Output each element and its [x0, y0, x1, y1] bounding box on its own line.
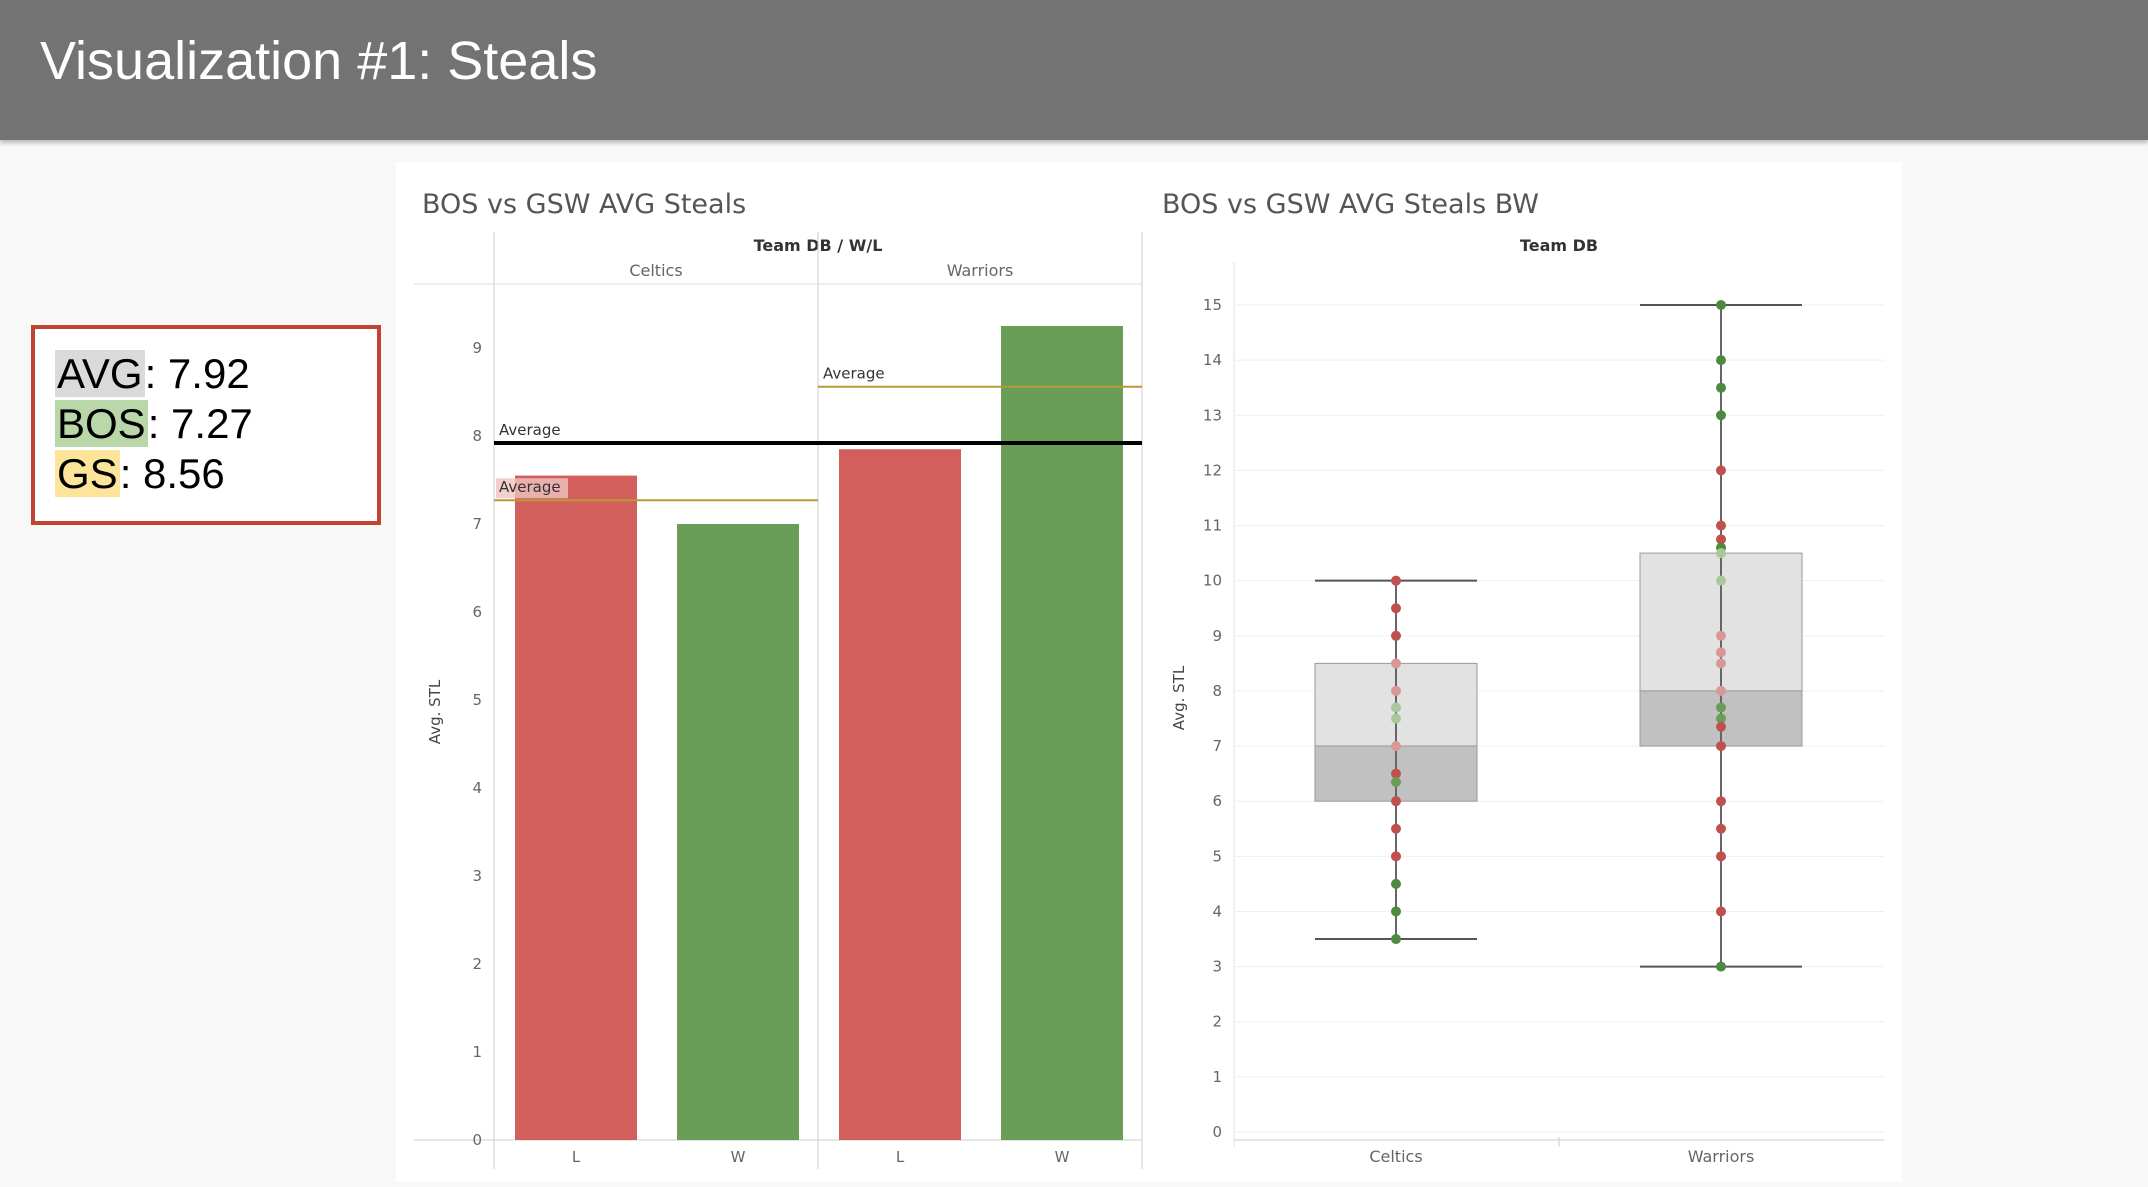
box-y-tick: 7 — [1212, 737, 1222, 755]
bar-warriors-l — [839, 449, 961, 1140]
box-y-tick: 3 — [1212, 958, 1222, 976]
box-point-warriors — [1716, 741, 1726, 752]
box-point-warriors — [1716, 382, 1726, 393]
header-bar: Visualization #1: Steals — [0, 0, 2148, 140]
bar-x-tick: L — [572, 1148, 581, 1166]
box-y-tick: 14 — [1203, 351, 1222, 369]
box-point-warriors — [1716, 906, 1726, 917]
box-point-warriors — [1716, 658, 1726, 669]
charts-canvas: BOS vs GSW AVG StealsTeam DB / W/LCeltic… — [414, 189, 1884, 1169]
box-point-celtics — [1391, 603, 1401, 614]
stat-value-avg: : 7.92 — [144, 350, 250, 397]
box-point-warriors — [1716, 520, 1726, 531]
box-point-warriors — [1716, 851, 1726, 862]
box-y-tick: 5 — [1212, 847, 1222, 865]
bar-y-tick: 6 — [472, 603, 482, 621]
bar-y-tick: 4 — [472, 779, 482, 797]
bar-celtics-w — [677, 524, 799, 1140]
box-point-warriors — [1716, 630, 1726, 641]
stat-label-avg: AVG — [55, 350, 145, 397]
box-point-warriors — [1716, 575, 1726, 586]
bar-x-tick: L — [896, 1148, 905, 1166]
bar-y-tick: 0 — [472, 1131, 482, 1149]
bar-x-tick: W — [1055, 1148, 1070, 1166]
bar-x-tick: W — [731, 1148, 746, 1166]
stat-value-bos: : 7.27 — [147, 400, 253, 447]
box-x-tick: Warriors — [1688, 1147, 1755, 1166]
box-point-celtics — [1391, 851, 1401, 862]
stats-box: AVG: 7.92 BOS: 7.27 GS: 8.56 — [31, 325, 381, 525]
dashboard-panel: BOS vs GSW AVG Steals Team DB / W/L Celtic… — [396, 162, 1902, 1182]
bar-y-tick: 7 — [472, 515, 482, 533]
box-point-warriors — [1716, 796, 1726, 807]
box-point-warriors — [1716, 355, 1726, 366]
box-point-celtics — [1391, 702, 1401, 713]
box-point-celtics — [1391, 685, 1401, 696]
bar-chart-title: BOS vs GSW AVG Steals — [422, 189, 746, 220]
box-point-celtics — [1391, 776, 1401, 787]
box-y-tick: 1 — [1212, 1068, 1222, 1086]
stat-label-gs: GS — [55, 450, 120, 497]
box-point-warriors — [1716, 721, 1726, 732]
box-point-celtics — [1391, 878, 1401, 889]
stat-label-bos: BOS — [55, 400, 148, 447]
bar-y-tick: 3 — [472, 867, 482, 885]
box-point-warriors — [1716, 961, 1726, 972]
box-point-celtics — [1391, 658, 1401, 669]
box-y-tick: 12 — [1203, 461, 1222, 479]
bar-y-tick: 2 — [472, 955, 482, 973]
box-y-tick: 8 — [1212, 682, 1222, 700]
stat-row-bos: BOS: 7.27 — [55, 399, 377, 449]
box-chart-header: Team DB — [1520, 236, 1598, 255]
box-point-warriors — [1716, 410, 1726, 421]
bar-y-tick: 5 — [472, 691, 482, 709]
box-point-celtics — [1391, 796, 1401, 807]
bar-warriors-w — [1001, 326, 1123, 1140]
box-point-celtics — [1391, 575, 1401, 586]
box-point-celtics — [1391, 741, 1401, 752]
box-point-celtics — [1391, 934, 1401, 945]
box-chart-title: BOS vs GSW AVG Steals BW — [1162, 189, 1539, 220]
box-y-tick: 0 — [1212, 1123, 1222, 1141]
box-y-axis-label: Avg. STL — [1170, 665, 1188, 730]
box-y-tick: 13 — [1203, 406, 1222, 424]
box-point-celtics — [1391, 630, 1401, 641]
ref-line-label: Average — [499, 478, 561, 496]
box-point-celtics — [1391, 823, 1401, 834]
ref-line-label: Average — [823, 365, 885, 383]
box-y-tick: 11 — [1203, 517, 1222, 535]
box-y-tick: 4 — [1212, 902, 1222, 920]
box-point-warriors — [1716, 823, 1726, 834]
box-point-warriors — [1716, 702, 1726, 713]
box-x-tick: Celtics — [1369, 1147, 1422, 1166]
box-y-tick: 9 — [1212, 627, 1222, 645]
box-point-warriors — [1716, 300, 1726, 310]
stat-row-avg: AVG: 7.92 — [55, 349, 377, 399]
page-title: Visualization #1: Steals — [40, 31, 598, 91]
bar-group-label: Warriors — [947, 261, 1014, 280]
stat-value-gs: : 8.56 — [119, 450, 225, 497]
box-y-tick: 15 — [1203, 296, 1222, 314]
box-point-warriors — [1716, 685, 1726, 696]
box-point-celtics — [1391, 713, 1401, 724]
bar-group-label: Celtics — [629, 261, 682, 280]
bar-y-tick: 9 — [472, 339, 482, 357]
bar-celtics-l — [515, 475, 637, 1141]
box-point-celtics — [1391, 906, 1401, 917]
box-y-tick: 10 — [1203, 572, 1222, 590]
box-point-warriors — [1716, 465, 1726, 476]
stat-row-gs: GS: 8.56 — [55, 449, 377, 499]
ref-line-label: Average — [499, 421, 561, 439]
box-point-warriors — [1716, 548, 1726, 559]
box-y-tick: 6 — [1212, 792, 1222, 810]
bar-y-tick: 1 — [472, 1043, 482, 1061]
bar-y-tick: 8 — [472, 427, 482, 445]
box-y-tick: 2 — [1212, 1013, 1222, 1031]
box-point-warriors — [1716, 647, 1726, 658]
bar-y-axis-label: Avg. STL — [426, 679, 444, 744]
